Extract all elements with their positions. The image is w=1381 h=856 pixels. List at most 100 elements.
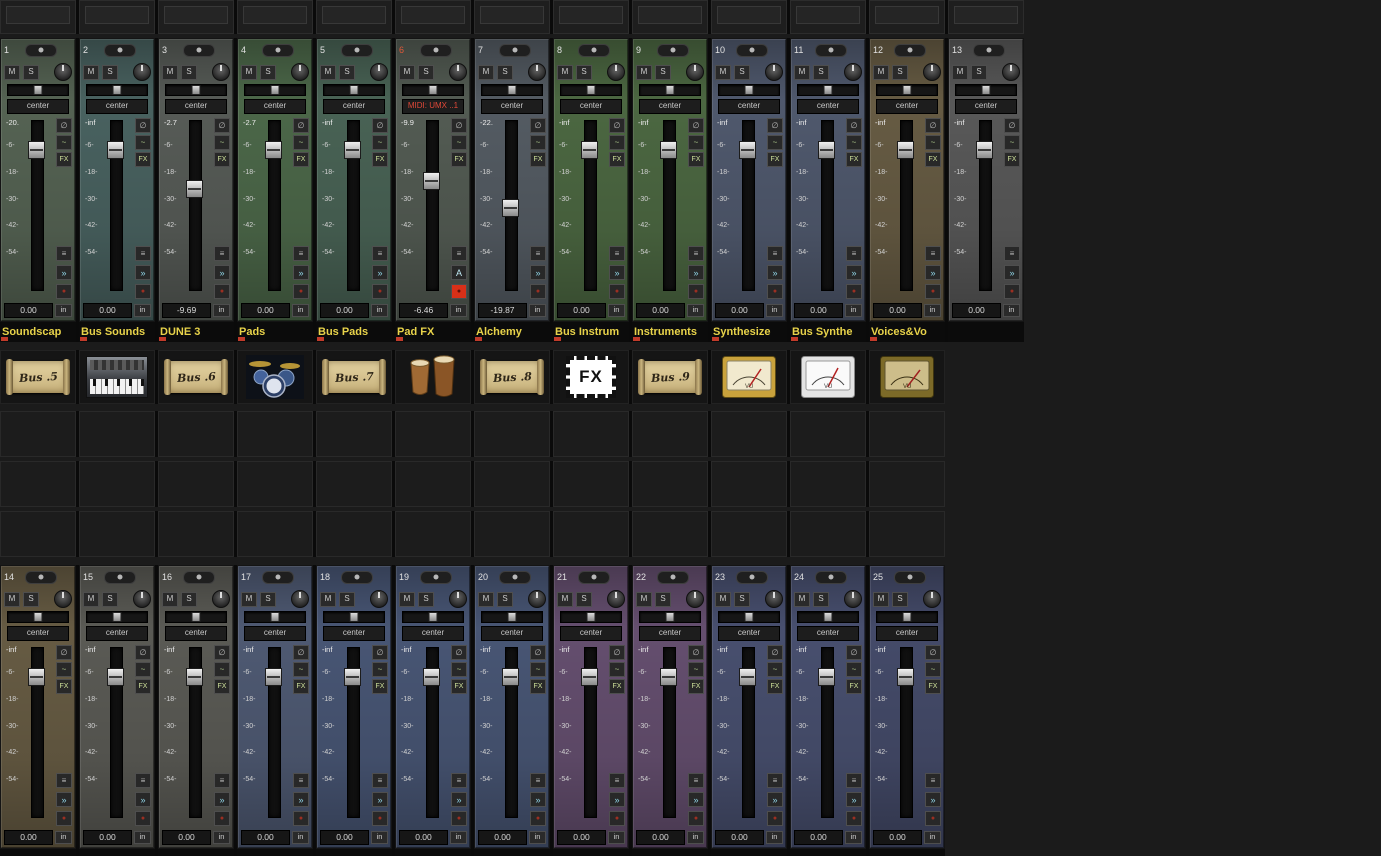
input-button[interactable]: in <box>1003 304 1020 317</box>
fader-handle[interactable] <box>818 141 835 159</box>
pan-slider-handle[interactable] <box>192 612 201 622</box>
track-name-cell[interactable]: Soundscap <box>0 322 76 342</box>
volume-fader[interactable] <box>426 120 439 291</box>
fx-button[interactable]: FX <box>530 152 546 167</box>
routing-button[interactable]: ≡ <box>135 773 151 788</box>
record-button[interactable]: ● <box>56 284 72 299</box>
mute-button[interactable]: M <box>320 592 336 607</box>
phase-button[interactable]: ∅ <box>767 118 783 133</box>
phase-button[interactable]: ∅ <box>1004 118 1020 133</box>
solo-button[interactable]: S <box>813 592 829 607</box>
record-arm-pill[interactable] <box>341 571 373 584</box>
solo-button[interactable]: S <box>655 65 671 80</box>
volume-readout[interactable]: 0.00 <box>320 303 369 318</box>
pan-slider-handle[interactable] <box>271 612 280 622</box>
volume-readout[interactable]: 0.00 <box>952 303 1001 318</box>
envelope-button[interactable]: ~ <box>214 662 230 677</box>
envelope-button[interactable]: ~ <box>688 662 704 677</box>
record-button[interactable]: ● <box>767 811 783 826</box>
pan-slider-handle[interactable] <box>745 612 754 622</box>
volume-readout[interactable]: 0.00 <box>83 303 132 318</box>
record-arm-pill[interactable] <box>183 571 215 584</box>
mute-button[interactable]: M <box>557 592 573 607</box>
fader-handle[interactable] <box>660 141 677 159</box>
pan-knob[interactable] <box>528 590 546 608</box>
routing-button[interactable]: ≡ <box>372 773 388 788</box>
pan-slider-handle[interactable] <box>903 85 912 95</box>
pan-knob[interactable] <box>844 63 862 81</box>
volume-readout[interactable]: 0.00 <box>83 830 132 845</box>
volume-fader[interactable] <box>584 120 597 291</box>
record-button[interactable]: ● <box>135 811 151 826</box>
input-button[interactable]: in <box>134 831 151 844</box>
fader-handle[interactable] <box>107 668 124 686</box>
envelope-button[interactable]: ~ <box>135 135 151 150</box>
fx-button[interactable]: FX <box>846 679 862 694</box>
volume-readout[interactable]: 0.00 <box>557 830 606 845</box>
monitor-button[interactable]: » <box>214 265 230 280</box>
pan-slider[interactable] <box>955 84 1017 96</box>
pan-knob[interactable] <box>291 590 309 608</box>
pan-slider-handle[interactable] <box>745 85 754 95</box>
fx-button[interactable]: FX <box>451 152 467 167</box>
fader-handle[interactable] <box>344 668 361 686</box>
pan-slider-handle[interactable] <box>824 612 833 622</box>
envelope-button[interactable]: ~ <box>609 662 625 677</box>
phase-button[interactable]: ∅ <box>451 645 467 660</box>
mute-button[interactable]: M <box>399 65 415 80</box>
fader-handle[interactable] <box>502 199 519 217</box>
volume-readout[interactable]: 0.00 <box>873 303 922 318</box>
solo-button[interactable]: S <box>892 592 908 607</box>
phase-button[interactable]: ∅ <box>372 645 388 660</box>
monitor-button[interactable]: » <box>372 792 388 807</box>
phase-button[interactable]: ∅ <box>609 645 625 660</box>
mute-button[interactable]: M <box>794 65 810 80</box>
routing-button[interactable]: ≡ <box>688 246 704 261</box>
pan-knob[interactable] <box>923 63 941 81</box>
record-arm-pill[interactable] <box>104 571 136 584</box>
routing-button[interactable]: ≡ <box>293 246 309 261</box>
solo-button[interactable]: S <box>813 65 829 80</box>
record-arm-pill[interactable] <box>262 44 294 57</box>
pan-slider-handle[interactable] <box>824 85 833 95</box>
track-name-cell[interactable] <box>158 849 234 856</box>
solo-button[interactable]: S <box>339 592 355 607</box>
phase-button[interactable]: ∅ <box>530 118 546 133</box>
record-arm-pill[interactable] <box>183 44 215 57</box>
volume-fader[interactable] <box>426 647 439 818</box>
input-button[interactable]: in <box>924 831 941 844</box>
pan-knob[interactable] <box>607 590 625 608</box>
mute-button[interactable]: M <box>478 65 494 80</box>
envelope-button[interactable]: ~ <box>609 135 625 150</box>
envelope-button[interactable]: ~ <box>372 662 388 677</box>
fader-handle[interactable] <box>976 141 993 159</box>
routing-button[interactable]: ≡ <box>293 773 309 788</box>
solo-button[interactable]: S <box>260 65 276 80</box>
mute-button[interactable]: M <box>873 592 889 607</box>
pan-slider-handle[interactable] <box>350 85 359 95</box>
fader-handle[interactable] <box>581 141 598 159</box>
monitor-button[interactable]: » <box>530 792 546 807</box>
pan-slider-handle[interactable] <box>429 85 438 95</box>
track-name-cell[interactable] <box>79 849 155 856</box>
track-name-cell[interactable] <box>474 849 550 856</box>
input-button[interactable]: in <box>608 831 625 844</box>
track-name-cell[interactable]: Bus Pads <box>316 322 392 342</box>
mute-button[interactable]: M <box>557 65 573 80</box>
pan-slider[interactable] <box>797 611 859 623</box>
solo-button[interactable]: S <box>734 592 750 607</box>
pan-slider[interactable] <box>165 611 227 623</box>
mute-button[interactable]: M <box>241 65 257 80</box>
pan-slider[interactable] <box>86 84 148 96</box>
volume-readout[interactable]: 0.00 <box>557 303 606 318</box>
envelope-button[interactable]: ~ <box>767 135 783 150</box>
volume-fader[interactable] <box>821 120 834 291</box>
input-button[interactable]: in <box>55 304 72 317</box>
track-name-cell[interactable] <box>869 849 945 856</box>
routing-button[interactable]: ≡ <box>846 773 862 788</box>
volume-readout[interactable]: 0.00 <box>320 830 369 845</box>
pan-slider-handle[interactable] <box>982 85 991 95</box>
envelope-button[interactable]: ~ <box>530 135 546 150</box>
track-icon-cell[interactable]: VU <box>790 350 866 404</box>
fx-button[interactable]: FX <box>609 152 625 167</box>
